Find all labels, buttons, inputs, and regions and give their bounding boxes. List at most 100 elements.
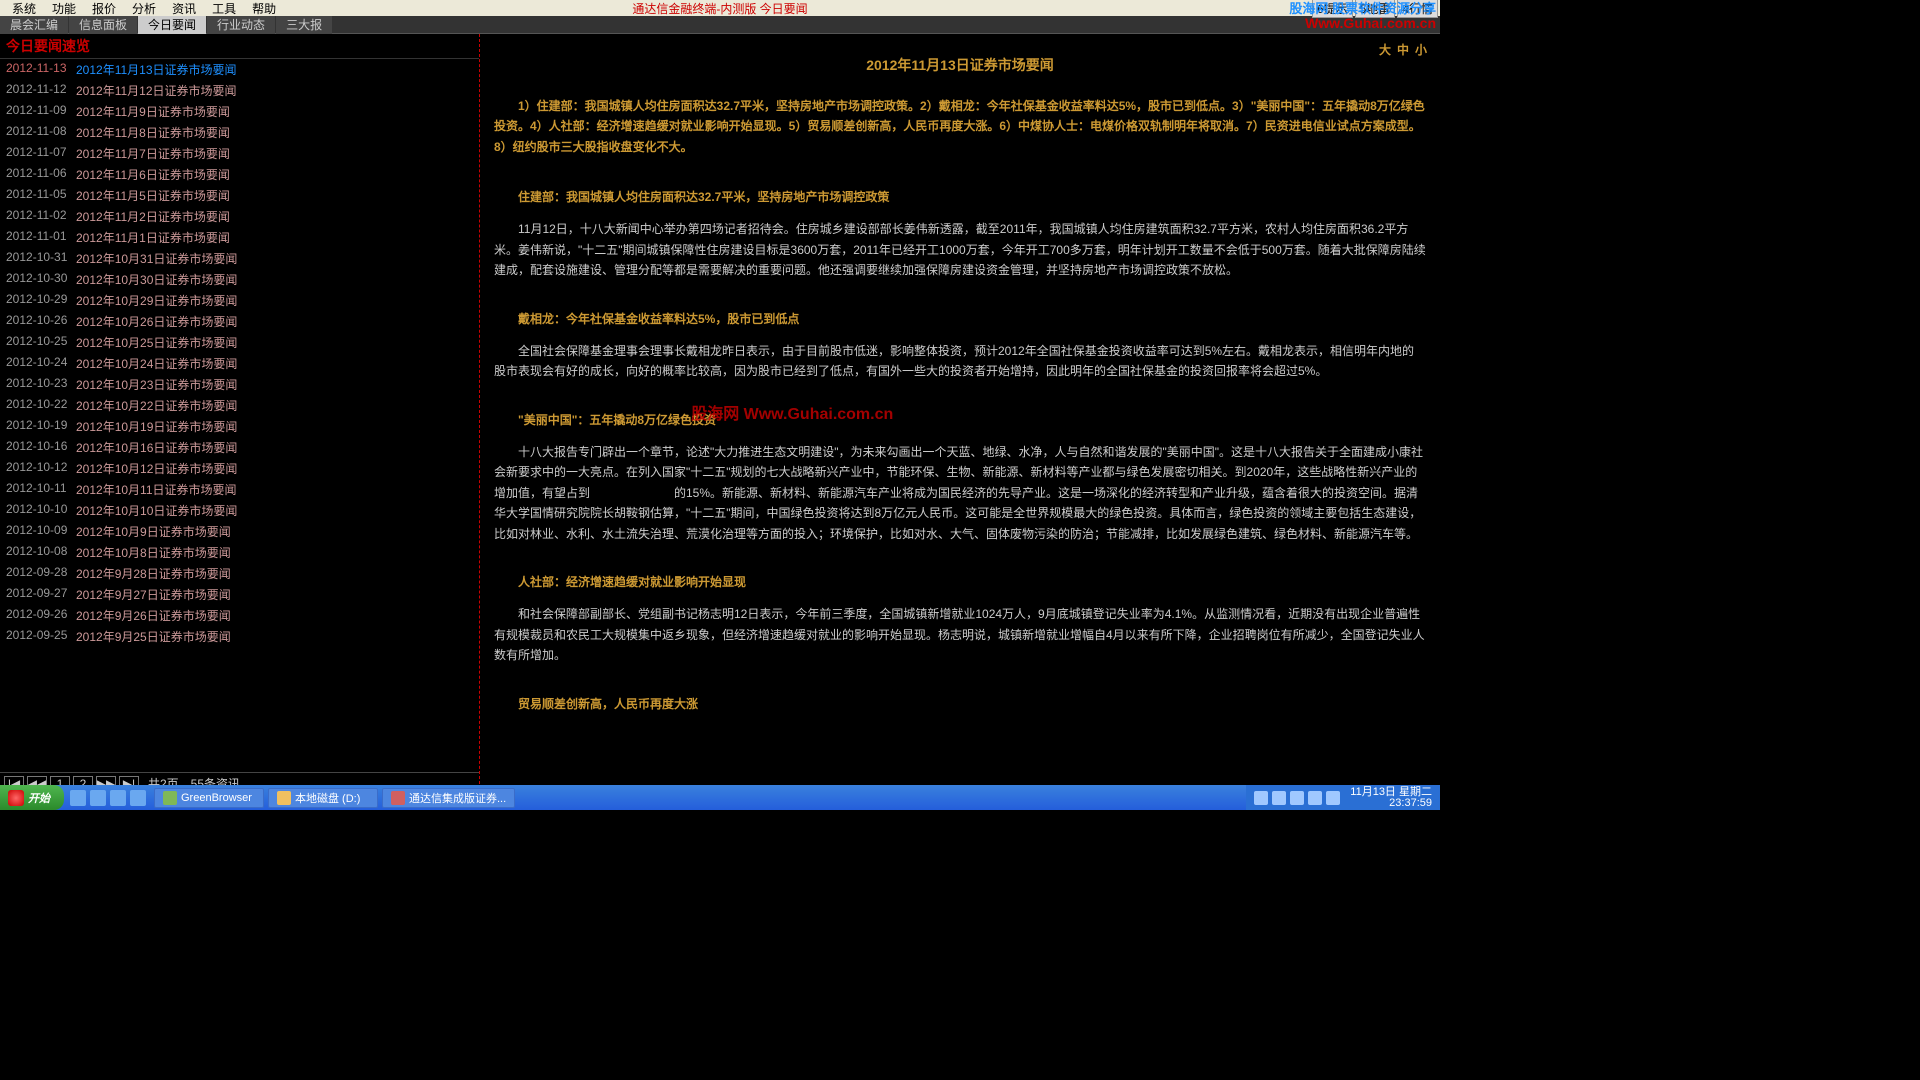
article-summary: 1）住建部：我国城镇人均住房面积达32.7平米，坚持房地产市场调控政策。2）戴相… — [494, 96, 1426, 157]
ql-icon[interactable] — [130, 790, 146, 806]
windows-icon — [8, 790, 24, 806]
news-item[interactable]: 2012-11-052012年11月5日证券市场要闻 — [0, 185, 479, 206]
task-icon — [277, 791, 291, 805]
news-date: 2012-10-19 — [6, 418, 76, 435]
tab-三大报[interactable]: 三大报 — [276, 15, 332, 34]
taskbar-tasks: GreenBrowser本地磁盘 (D:)通达信集成版证券... — [152, 788, 517, 808]
news-item[interactable]: 2012-10-302012年10月30日证券市场要闻 — [0, 269, 479, 290]
menu-报价[interactable]: 报价 — [84, 2, 124, 16]
news-item[interactable]: 2012-10-162012年10月16日证券市场要闻 — [0, 437, 479, 458]
news-title: 2012年11月2日证券市场要闻 — [76, 208, 230, 225]
news-title: 2012年10月30日证券市场要闻 — [76, 271, 237, 288]
news-title: 2012年10月16日证券市场要闻 — [76, 439, 237, 456]
news-date: 2012-10-11 — [6, 481, 76, 498]
news-item[interactable]: 2012-10-092012年10月9日证券市场要闻 — [0, 521, 479, 542]
news-title: 2012年11月9日证券市场要闻 — [76, 103, 230, 120]
news-title: 2012年11月13日证券市场要闻 — [76, 61, 237, 78]
news-title: 2012年10月10日证券市场要闻 — [76, 502, 237, 519]
news-item[interactable]: 2012-11-072012年11月7日证券市场要闻 — [0, 143, 479, 164]
news-date: 2012-10-22 — [6, 397, 76, 414]
taskbar-task[interactable]: 本地磁盘 (D:) — [268, 788, 378, 808]
tab-信息面板[interactable]: 信息面板 — [69, 15, 137, 34]
menu-资讯[interactable]: 资讯 — [164, 2, 204, 16]
news-title: 2012年10月25日证券市场要闻 — [76, 334, 237, 351]
tab-晨会汇编[interactable]: 晨会汇编 — [0, 15, 68, 34]
news-item[interactable]: 2012-11-092012年11月9日证券市场要闻 — [0, 101, 479, 122]
news-title: 2012年10月19日证券市场要闻 — [76, 418, 237, 435]
news-item[interactable]: 2012-10-242012年10月24日证券市场要闻 — [0, 353, 479, 374]
tab-今日要闻[interactable]: 今日要闻 — [138, 15, 206, 34]
menu-分析[interactable]: 分析 — [124, 2, 164, 16]
news-item[interactable]: 2012-10-252012年10月25日证券市场要闻 — [0, 332, 479, 353]
news-title: 2012年10月31日证券市场要闻 — [76, 250, 237, 267]
news-item[interactable]: 2012-09-262012年9月26日证券市场要闻 — [0, 605, 479, 626]
news-item[interactable]: 2012-10-112012年10月11日证券市场要闻 — [0, 479, 479, 500]
news-item[interactable]: 2012-10-192012年10月19日证券市场要闻 — [0, 416, 479, 437]
news-item[interactable]: 2012-09-272012年9月27日证券市场要闻 — [0, 584, 479, 605]
taskbar-task[interactable]: 通达信集成版证券... — [382, 788, 515, 808]
news-item[interactable]: 2012-10-102012年10月10日证券市场要闻 — [0, 500, 479, 521]
section-title: "美丽中国"：五年撬动8万亿绿色投资 — [494, 410, 1426, 430]
news-item[interactable]: 2012-10-122012年10月12日证券市场要闻 — [0, 458, 479, 479]
news-item[interactable]: 2012-11-022012年11月2日证券市场要闻 — [0, 206, 479, 227]
news-title: 2012年10月8日证券市场要闻 — [76, 544, 231, 561]
news-date: 2012-10-29 — [6, 292, 76, 309]
tabbar: 晨会汇编信息面板今日要闻行业动态三大报 — [0, 16, 1440, 34]
news-item[interactable]: 2012-10-262012年10月26日证券市场要闻 — [0, 311, 479, 332]
news-item[interactable]: 2012-11-082012年11月8日证券市场要闻 — [0, 122, 479, 143]
menu-工具[interactable]: 工具 — [204, 2, 244, 16]
section-body: 全国社会保障基金理事会理事长戴相龙昨日表示，由于目前股市低迷，影响整体投资，预计… — [494, 341, 1426, 382]
tray-icon[interactable] — [1290, 791, 1304, 805]
section-title: 住建部：我国城镇人均住房面积达32.7平米，坚持房地产市场调控政策 — [494, 187, 1426, 207]
ql-icon[interactable] — [110, 790, 126, 806]
tray-icon[interactable] — [1308, 791, 1322, 805]
news-title: 2012年9月25日证券市场要闻 — [76, 628, 231, 645]
article-title: 2012年11月13日证券市场要闻 — [494, 54, 1426, 78]
news-date: 2012-10-24 — [6, 355, 76, 372]
tray-icon[interactable] — [1254, 791, 1268, 805]
news-title: 2012年9月27日证券市场要闻 — [76, 586, 231, 603]
news-item[interactable]: 2012-10-222012年10月22日证券市场要闻 — [0, 395, 479, 416]
taskbar: 开始 GreenBrowser本地磁盘 (D:)通达信集成版证券... 11月1… — [0, 785, 1440, 810]
article-pane: 大中小 2012年11月13日证券市场要闻 1）住建部：我国城镇人均住房面积达3… — [480, 34, 1440, 794]
news-item[interactable]: 2012-09-282012年9月28日证券市场要闻 — [0, 563, 479, 584]
news-date: 2012-11-09 — [6, 103, 76, 120]
tray-icon[interactable] — [1272, 791, 1286, 805]
ql-icon[interactable] — [90, 790, 106, 806]
news-item[interactable]: 2012-10-292012年10月29日证券市场要闻 — [0, 290, 479, 311]
section-body: 十八大报告专门辟出一个章节，论述"大力推进生态文明建设"，为未来勾画出一个天蓝、… — [494, 442, 1426, 544]
menu-帮助[interactable]: 帮助 — [244, 2, 284, 16]
task-icon — [391, 791, 405, 805]
news-date: 2012-09-28 — [6, 565, 76, 582]
news-date: 2012-11-01 — [6, 229, 76, 246]
news-list-pane: 今日要闻速览 2012-11-132012年11月13日证券市场要闻2012-1… — [0, 34, 480, 794]
clock: 11月13日 星期二 23:37:59 — [1350, 787, 1432, 809]
fontsize-小[interactable]: 小 — [1415, 43, 1427, 57]
news-item[interactable]: 2012-09-252012年9月25日证券市场要闻 — [0, 626, 479, 647]
ql-icon[interactable] — [70, 790, 86, 806]
news-title: 2012年10月24日证券市场要闻 — [76, 355, 237, 372]
news-date: 2012-11-06 — [6, 166, 76, 183]
menu-功能[interactable]: 功能 — [44, 2, 84, 16]
news-item[interactable]: 2012-11-012012年11月1日证券市场要闻 — [0, 227, 479, 248]
tray-icon[interactable] — [1326, 791, 1340, 805]
news-title: 2012年10月26日证券市场要闻 — [76, 313, 237, 330]
news-date: 2012-10-09 — [6, 523, 76, 540]
start-button[interactable]: 开始 — [0, 785, 64, 810]
tab-行业动态[interactable]: 行业动态 — [207, 15, 275, 34]
news-date: 2012-10-31 — [6, 250, 76, 267]
news-item[interactable]: 2012-11-122012年11月12日证券市场要闻 — [0, 80, 479, 101]
news-item[interactable]: 2012-10-082012年10月8日证券市场要闻 — [0, 542, 479, 563]
taskbar-task[interactable]: GreenBrowser — [154, 788, 264, 808]
news-title: 2012年10月11日证券市场要闻 — [76, 481, 237, 498]
fontsize-大[interactable]: 大 — [1379, 43, 1391, 57]
fontsize-中[interactable]: 中 — [1397, 43, 1409, 57]
news-item[interactable]: 2012-10-312012年10月31日证券市场要闻 — [0, 248, 479, 269]
news-title: 2012年11月6日证券市场要闻 — [76, 166, 230, 183]
news-title: 2012年11月12日证券市场要闻 — [76, 82, 237, 99]
menu-系统[interactable]: 系统 — [4, 2, 44, 16]
news-title: 2012年11月1日证券市场要闻 — [76, 229, 230, 246]
news-item[interactable]: 2012-11-132012年11月13日证券市场要闻 — [0, 59, 479, 80]
news-item[interactable]: 2012-10-232012年10月23日证券市场要闻 — [0, 374, 479, 395]
news-item[interactable]: 2012-11-062012年11月6日证券市场要闻 — [0, 164, 479, 185]
